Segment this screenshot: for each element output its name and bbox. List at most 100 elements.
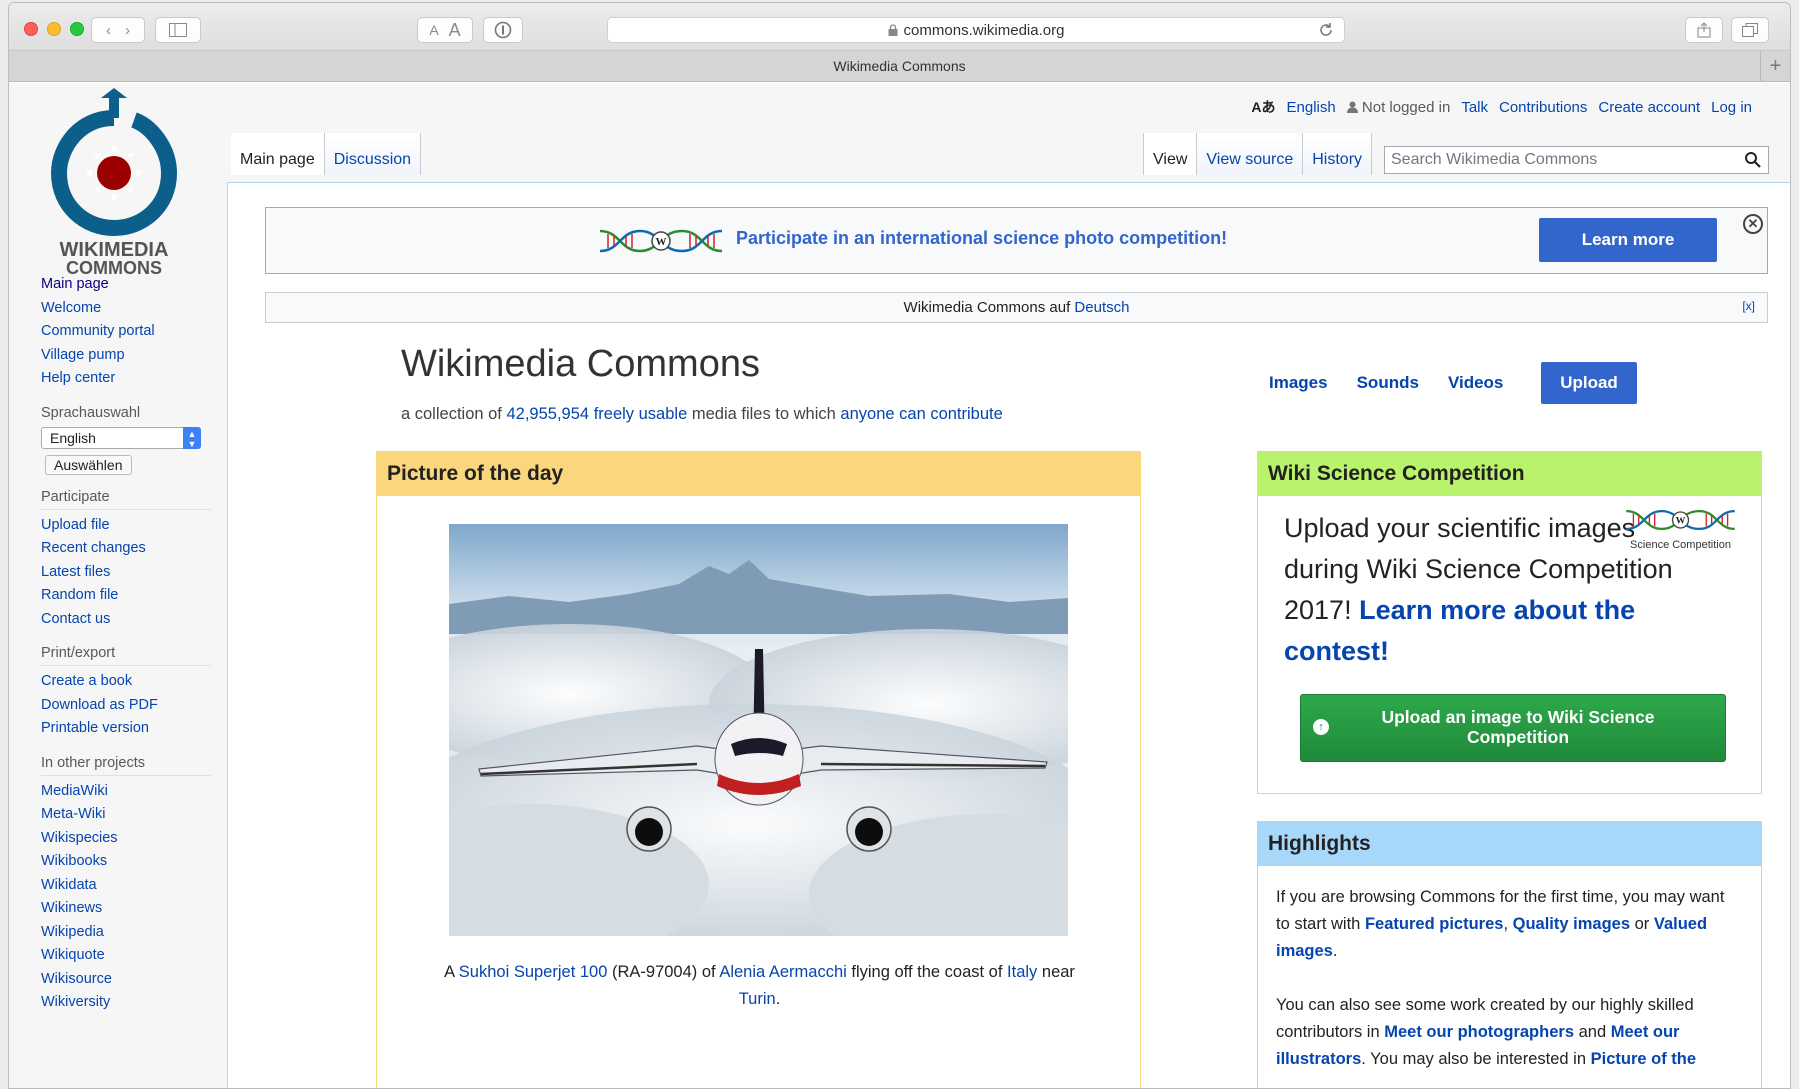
tab-discussion[interactable]: Discussion [324,133,422,175]
sidebar-item-wikipedia[interactable]: Wikipedia [41,921,211,945]
user-status: Not logged in [1346,99,1450,116]
language-notice-link[interactable]: Deutsch [1074,299,1129,316]
back-icon[interactable]: ‹ [106,22,111,39]
caption-end: . [775,990,781,1008]
anyone-contribute-link[interactable]: anyone can contribute [840,405,1002,423]
forward-icon[interactable]: › [125,22,130,39]
upload-wsc-button[interactable]: ↑ Upload an image to Wiki Science Compet… [1300,694,1726,762]
tab-view[interactable]: View [1143,133,1198,175]
text-size-buttons[interactable]: A A [417,17,473,43]
caption-text-3: flying off the coast of [851,963,1003,981]
sidebar-item-community-portal[interactable]: Community portal [41,320,211,344]
upload-button[interactable]: Upload [1541,362,1637,404]
url-text: commons.wikimedia.org [903,21,1065,39]
tab-main-page[interactable]: Main page [231,133,325,175]
sidebar-item-latest-files[interactable]: Latest files [41,561,211,585]
potd-caption: A Sukhoi Superjet 100 (RA-97004) of Alen… [437,959,1082,1013]
featured-pictures-link[interactable]: Featured pictures [1365,915,1503,933]
back-forward-buttons[interactable]: ‹ › [91,17,145,43]
tabs-icon [1742,23,1758,37]
wikimedia-commons-logo[interactable]: WIKIMEDIA COMMONS [39,88,189,278]
learn-more-button[interactable]: Learn more [1539,218,1717,262]
photographers-link[interactable]: Meet our photographers [1384,1023,1574,1041]
upload-arrow-icon: ↑ [1313,719,1329,735]
videos-link[interactable]: Videos [1448,373,1503,393]
sidebar-item-help-center[interactable]: Help center [41,367,211,391]
media-type-links: Images Sounds Videos [1269,373,1503,393]
hl-period: . [1332,942,1338,960]
search-placeholder: Search Wikimedia Commons [1391,151,1598,168]
address-bar[interactable]: commons.wikimedia.org [607,17,1345,43]
sidebar-item-wikispecies[interactable]: Wikispecies [41,827,211,851]
images-link[interactable]: Images [1269,373,1328,393]
minimize-window-button[interactable] [47,22,61,36]
sidebar-item-wikibooks[interactable]: Wikibooks [41,850,211,874]
quality-images-link[interactable]: Quality images [1513,915,1630,933]
sidebar-item-wikiquote[interactable]: Wikiquote [41,944,211,968]
file-count-link[interactable]: 42,955,954 [507,405,590,423]
create-account-link[interactable]: Create account [1598,99,1700,116]
caption-text-2: (RA-97004) of [611,963,716,981]
contributions-link[interactable]: Contributions [1499,99,1587,116]
sidebar-item-create-book[interactable]: Create a book [41,670,211,694]
page-title: Wikimedia Commons [401,343,760,385]
potd-image[interactable] [449,524,1068,936]
sidebar-item-random-file[interactable]: Random file [41,584,211,608]
reload-icon[interactable] [1318,22,1334,38]
potd-highlight-link[interactable]: Picture of the [1591,1050,1696,1068]
sidebar-item-wikinews[interactable]: Wikinews [41,897,211,921]
browser-window: ‹ › A A commons.wikimedia.org Wikimedia … [8,2,1791,1089]
language-notice-close[interactable]: [x] [1742,299,1755,313]
tabs-overview-button[interactable] [1731,17,1769,43]
campaign-banner: W Participate in an international scienc… [265,207,1768,274]
share-button[interactable] [1685,17,1723,43]
search-input[interactable]: Search Wikimedia Commons [1384,146,1769,174]
sidebar-item-upload-file[interactable]: Upload file [41,514,211,538]
reader-button[interactable] [483,17,523,43]
sukhoi-link[interactable]: Sukhoi Superjet 100 [459,963,608,981]
sidebar-item-village-pump[interactable]: Village pump [41,344,211,368]
language-link[interactable]: English [1287,99,1336,116]
sidebar-item-download-pdf[interactable]: Download as PDF [41,694,211,718]
sidebar-item-wikidata[interactable]: Wikidata [41,874,211,898]
tab-title[interactable]: Wikimedia Commons [833,58,965,74]
sidebar-item-main-page[interactable]: Main page [41,273,211,297]
sidebar-item-contact-us[interactable]: Contact us [41,608,211,632]
dna-logo-icon: W [1626,509,1735,531]
sidebar-item-meta-wiki[interactable]: Meta-Wiki [41,803,211,827]
sounds-link[interactable]: Sounds [1357,373,1419,393]
close-window-button[interactable] [24,22,38,36]
freely-usable-link[interactable]: freely usable [594,405,688,423]
browser-toolbar: ‹ › A A commons.wikimedia.org [9,3,1790,51]
sidebar-item-welcome[interactable]: Welcome [41,297,211,321]
alenia-link[interactable]: Alenia Aermacchi [719,963,846,981]
login-link[interactable]: Log in [1711,99,1752,116]
banner-close-icon[interactable]: ✕ [1743,214,1763,234]
sidebar-item-wikiversity[interactable]: Wikiversity [41,991,211,1015]
talk-link[interactable]: Talk [1461,99,1488,116]
sidebar-item-recent-changes[interactable]: Recent changes [41,537,211,561]
tab-view-source[interactable]: View source [1197,133,1304,175]
sidebar-item-wikisource[interactable]: Wikisource [41,968,211,992]
sidebar-item-mediawiki[interactable]: MediaWiki [41,780,211,804]
language-icon: Aあ [1251,99,1276,115]
choose-language-button[interactable]: Auswählen [45,454,132,475]
zoom-window-button[interactable] [70,22,84,36]
hl-or: or [1634,915,1650,933]
sidebar-icon [169,23,187,37]
wsc-logo: W Science Competition [1618,504,1743,554]
sidebar-toggle-button[interactable] [155,17,201,43]
turin-link[interactable]: Turin [739,990,776,1008]
text-smaller-button[interactable]: A [429,22,438,38]
tab-history[interactable]: History [1303,133,1373,175]
language-select[interactable]: English ▲ ▼ [41,426,201,449]
banner-text[interactable]: Participate in an international science … [736,228,1227,249]
new-tab-button[interactable]: + [1760,51,1790,82]
italy-link[interactable]: Italy [1007,963,1037,981]
search-icon[interactable] [1744,151,1762,169]
language-selected: English [50,429,96,446]
text-larger-button[interactable]: A [449,20,461,41]
sidebar-item-printable-version[interactable]: Printable version [41,717,211,741]
hl-text-3: . You may also be interested in [1361,1050,1587,1068]
sidebar: Main page Welcome Community portal Villa… [41,273,211,1015]
